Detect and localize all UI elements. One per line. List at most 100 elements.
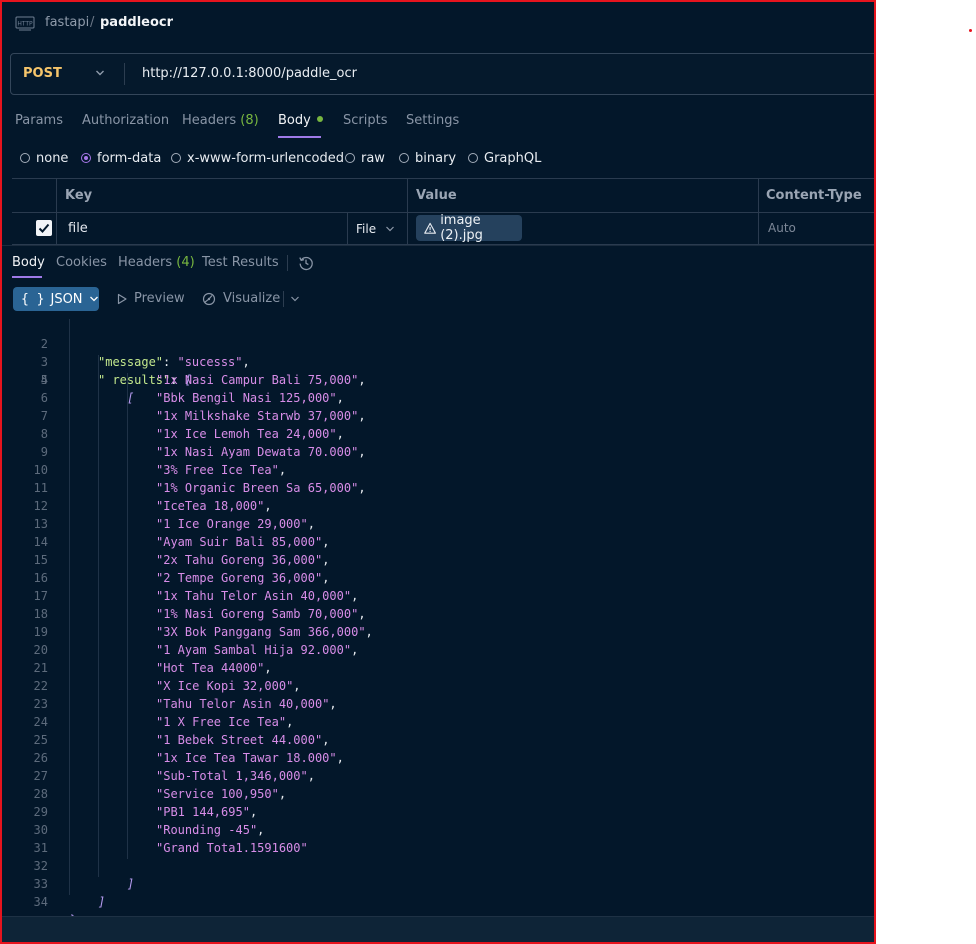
line-number: 29 [33, 805, 48, 819]
history-icon[interactable] [298, 255, 314, 271]
json-string: Rounding -45 [163, 823, 250, 837]
code-text: "1x Ice Lemoh Tea 24,000", [156, 427, 344, 441]
tab-authorization[interactable]: Authorization [82, 113, 169, 128]
json-string: "sucesss" [177, 355, 243, 369]
indent-guide [69, 319, 70, 895]
json-string: IceTea 18,000 [163, 499, 258, 513]
radio-form-data[interactable]: form-data [81, 149, 161, 167]
panel-divider[interactable] [2, 245, 874, 246]
json-key: "message" [98, 355, 164, 369]
code-text: "Ayam Suir Bali 85,000", [156, 535, 330, 549]
response-format-label: JSON [50, 291, 83, 307]
code-line: 34 } [2, 875, 77, 927]
json-string: Sub-Total 1,346,000 [163, 769, 301, 783]
tab-scripts[interactable]: Scripts [343, 113, 387, 128]
row-key-field[interactable]: file [68, 221, 88, 236]
code-text: "1% Organic Breen Sa 65,000", [156, 481, 366, 495]
radio-label: raw [361, 150, 385, 166]
chevron-down-icon[interactable] [385, 224, 395, 234]
row-enabled-checkbox[interactable] [36, 220, 52, 236]
response-body-viewer[interactable]: 2 "message": "sucesss", 3 " results": [ … [2, 317, 874, 927]
braces-icon: { } [21, 291, 45, 307]
radio-circle [345, 153, 355, 163]
json-string: PB1 144,695 [163, 805, 243, 819]
visualize-label: Visualize [223, 291, 281, 306]
radio-urlencoded[interactable]: x-www-form-urlencoded [171, 149, 344, 167]
code-text: "1% Nasi Goreng Samb 70,000", [156, 607, 366, 621]
tab-params[interactable]: Params [15, 113, 63, 128]
radio-binary[interactable]: binary [399, 149, 456, 167]
body-modified-indicator [316, 116, 323, 122]
line-number: 34 [33, 895, 48, 909]
json-string: 1 Ayam Sambal Hija 92.000 [163, 643, 344, 657]
response-tab-cookies[interactable]: Cookies [56, 255, 107, 270]
radio-circle-selected [81, 153, 91, 163]
json-string: 1x Ice Lemoh Tea 24,000 [163, 427, 330, 441]
chevron-down-icon[interactable] [95, 68, 105, 78]
preview-button[interactable]: Preview [116, 291, 185, 306]
line-number: 26 [33, 751, 48, 765]
radio-raw[interactable]: raw [345, 149, 385, 167]
breadcrumb-separator: / [90, 15, 95, 30]
json-string: 1x Nasi Ayam Dewata 70.000 [163, 445, 352, 459]
code-text: "Bbk Bengil Nasi 125,000", [156, 391, 344, 405]
row-type-select[interactable]: File [356, 222, 376, 236]
radio-none[interactable]: none [20, 149, 68, 167]
code-text: "Sub-Total 1,346,000", [156, 769, 315, 783]
json-string: Grand Tota1.1591600 [163, 841, 301, 855]
http-request-icon: HTTP [15, 16, 35, 31]
warning-icon [424, 222, 436, 234]
code-text: "1x Milkshake Starwb 37,000", [156, 409, 366, 423]
column-header-content-type: Content-Type [766, 188, 862, 203]
radio-graphql[interactable]: GraphQL [468, 149, 541, 167]
json-string: 1% Organic Breen Sa 65,000 [163, 481, 352, 495]
code-text: "1x Nasi Ayam Dewata 70.000", [156, 445, 366, 459]
line-number: 10 [33, 463, 48, 477]
tab-settings[interactable]: Settings [406, 113, 459, 128]
json-string: 1% Nasi Goreng Samb 70,000 [163, 607, 352, 621]
line-number: 20 [33, 643, 48, 657]
visualize-button[interactable]: Visualize [201, 291, 280, 306]
line-number: 27 [33, 769, 48, 783]
method-select[interactable]: POST [23, 66, 62, 81]
active-response-tab-indicator [12, 276, 42, 278]
line-number: 13 [33, 517, 48, 531]
response-tab-test-results[interactable]: Test Results [202, 255, 279, 270]
tab-headers[interactable]: Headers (8) [182, 113, 259, 128]
app-window: HTTP fastapi / paddleocr POST http://127… [0, 0, 876, 944]
code-line: 3 " results": [ [2, 335, 192, 387]
response-format-select[interactable]: { } JSON [13, 287, 99, 311]
tab-body[interactable]: Body [278, 113, 323, 128]
code-text: "Hot Tea 44000", [156, 661, 272, 675]
svg-text:HTTP: HTTP [17, 21, 33, 28]
column-header-key: Key [65, 188, 93, 203]
line-number: 9 [40, 445, 48, 459]
url-input[interactable]: http://127.0.0.1:8000/paddle_ocr [142, 66, 357, 81]
code-text: "1 Bebek Street 44.000", [156, 733, 330, 747]
response-tab-body[interactable]: Body [12, 255, 45, 270]
json-string: 3X Bok Panggang Sam 366,000 [163, 625, 359, 639]
file-chip[interactable]: image (2).jpg [416, 213, 522, 243]
code-text: "IceTea 18,000", [156, 499, 272, 513]
json-string: Bbk Bengil Nasi 125,000 [163, 391, 330, 405]
line-number: 14 [33, 535, 48, 549]
annotation-dot [969, 29, 972, 32]
breadcrumb-request[interactable]: paddleocr [100, 15, 173, 30]
chevron-down-icon[interactable] [290, 294, 300, 304]
line-number: 22 [33, 679, 48, 693]
json-string: 1x Ice Tea Tawar 18.000 [163, 751, 330, 765]
row-content-type[interactable]: Auto [768, 221, 796, 235]
code-text: "Rounding -45", [156, 823, 265, 837]
json-string: 1 X Free Ice Tea [163, 715, 279, 729]
radio-circle [399, 153, 409, 163]
code-text: "1x Ice Tea Tawar 18.000", [156, 751, 344, 765]
radio-circle [20, 153, 30, 163]
json-string: 1 Bebek Street 44.000 [163, 733, 315, 747]
breadcrumb-collection[interactable]: fastapi [45, 15, 89, 30]
url-divider [124, 63, 125, 85]
code-text: "Service 100,950", [156, 787, 287, 801]
response-tab-headers[interactable]: Headers (4) [118, 255, 195, 270]
line-number: 24 [33, 715, 48, 729]
response-tab-headers-label: Headers [118, 255, 173, 270]
line-number: 6 [40, 391, 48, 405]
